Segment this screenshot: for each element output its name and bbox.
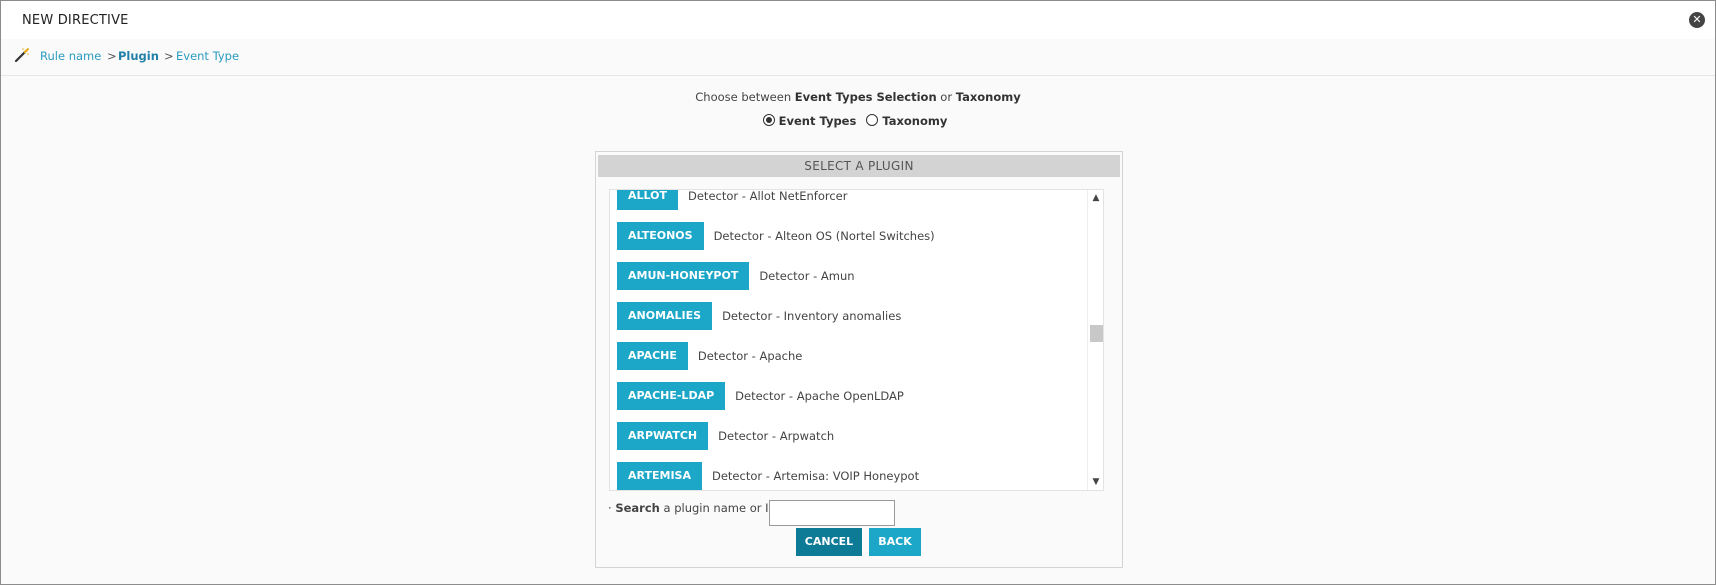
plugin-button-arpwatch[interactable]: ARPWATCH [617,422,709,450]
radio-taxonomy-label[interactable]: Taxonomy [882,114,947,128]
radio-event-types[interactable] [762,114,775,126]
scrollbar-thumb[interactable] [1090,325,1103,342]
plugin-description: Detector - Apache [697,349,803,363]
breadcrumb-plugin[interactable]: Plugin [118,49,159,63]
list-item: APACHE-LDAP Detector - Apache OpenLDAP [610,376,1088,416]
search-label-rest: a plugin name or ID: [659,501,782,515]
plugin-list-items: ALLOT Detector - Allot NetEnforcer ALTEO… [610,189,1088,490]
cancel-button[interactable]: CANCEL [796,528,862,556]
prompt-text: Choose between [695,90,795,104]
plugin-panel: SELECT A PLUGIN ALLOT Detector - Allot N… [595,151,1123,568]
dialog-title: NEW DIRECTIVE [22,13,129,28]
prompt-option-taxonomy: Taxonomy [955,90,1021,104]
search-label: · Search a plugin name or ID: [608,501,781,515]
list-item: ALTEONOS Detector - Alteon OS (Nortel Sw… [610,216,1088,256]
search-label-bold: Search [615,501,660,515]
radio-event-types-label[interactable]: Event Types [779,114,857,128]
breadcrumb: Rule name > Plugin > Event Type [1,39,1715,76]
plugin-description: Detector - Allot NetEnforcer [688,189,848,203]
plugin-list[interactable]: ALLOT Detector - Allot NetEnforcer ALTEO… [609,189,1104,491]
plugin-description: Detector - Apache OpenLDAP [735,389,904,403]
prompt-text-or: or [936,90,956,104]
list-item: ALLOT Detector - Allot NetEnforcer [610,189,1088,216]
selection-prompt: Choose between Event Types Selection or … [1,90,1715,104]
plugin-description: Detector - Amun [759,269,855,283]
plugin-list-scrollbar[interactable]: ▲ ▼ [1087,190,1103,490]
plugin-button-alteonos[interactable]: ALTEONOS [617,222,704,250]
list-item: APACHE Detector - Apache [610,336,1088,376]
prompt-option-event-types: Event Types Selection [794,90,937,104]
radio-taxonomy[interactable] [866,114,879,126]
back-button[interactable]: BACK [869,528,921,556]
breadcrumb-separator: > [164,49,174,63]
list-item: AMUN-HONEYPOT Detector - Amun [610,256,1088,296]
plugin-description: Detector - Alteon OS (Nortel Switches) [713,229,935,243]
plugin-button-artemisa[interactable]: ARTEMISA [617,462,702,490]
plugin-search-input[interactable] [769,500,895,526]
plugin-description: Detector - Artemisa: VOIP Honeypot [711,469,920,483]
dialog-window: NEW DIRECTIVE ✕ Rule name > Plugin > Eve… [0,0,1716,585]
plugin-description: Detector - Inventory anomalies [722,309,902,323]
plugin-button-amun-honeypot[interactable]: AMUN-HONEYPOT [617,262,750,290]
breadcrumb-separator: > [107,49,117,63]
chevron-up-icon[interactable]: ▲ [1088,190,1103,206]
close-icon[interactable]: ✕ [1689,12,1705,28]
plugin-button-apache-ldap[interactable]: APACHE-LDAP [617,382,726,410]
list-item: ARTEMISA Detector - Artemisa: VOIP Honey… [610,456,1088,490]
plugin-panel-header: SELECT A PLUGIN [598,155,1120,177]
magic-wand-icon [14,48,29,63]
chevron-down-icon[interactable]: ▼ [1088,474,1103,490]
plugin-button-anomalies[interactable]: ANOMALIES [617,302,713,330]
plugin-description: Detector - Arpwatch [718,429,835,443]
selection-radio-group: Event Types Taxonomy [1,114,1715,128]
plugin-button-apache[interactable]: APACHE [617,342,688,370]
list-item: ARPWATCH Detector - Arpwatch [610,416,1088,456]
breadcrumb-event-type[interactable]: Event Type [176,49,239,63]
plugin-button-allot[interactable]: ALLOT [617,190,678,210]
breadcrumb-rule-name[interactable]: Rule name [40,49,101,63]
dialog-header: NEW DIRECTIVE ✕ [1,1,1715,39]
list-item: ANOMALIES Detector - Inventory anomalies [610,296,1088,336]
